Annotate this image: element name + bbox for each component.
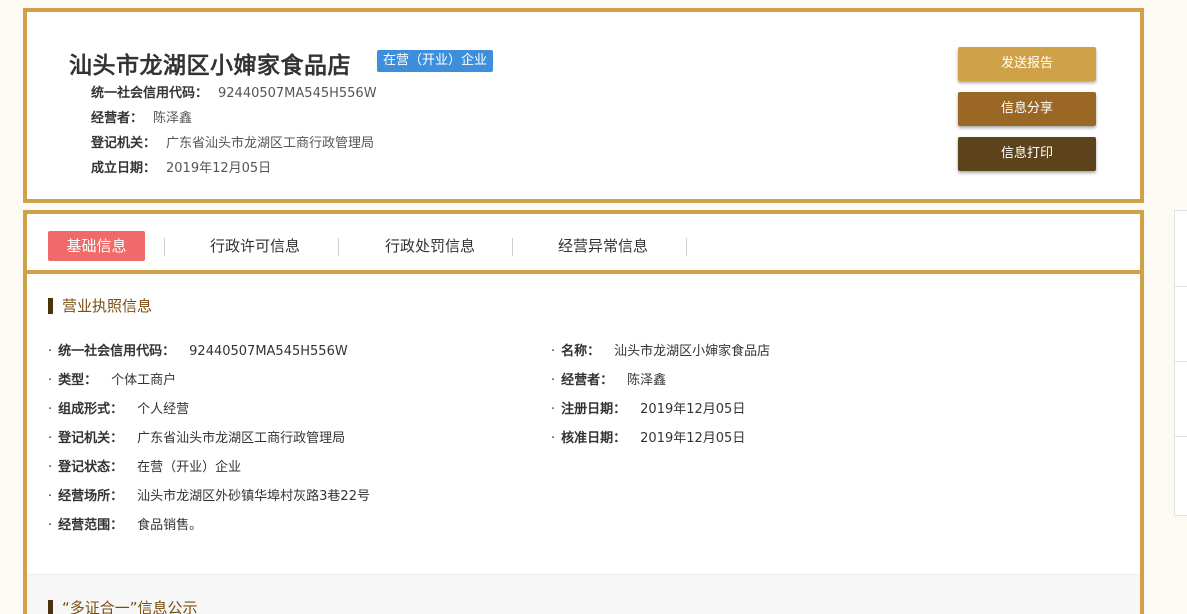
side-float-panel[interactable] xyxy=(1174,210,1187,516)
info-label: 登记机关： xyxy=(58,431,124,446)
info-row-operator: · 经营者： 陈泽鑫 xyxy=(551,369,666,388)
info-value: 个体工商户 xyxy=(111,373,177,388)
tab-admin-license[interactable]: 行政许可信息 xyxy=(195,231,315,261)
info-label: 统一社会信用代码： xyxy=(58,344,176,359)
bullet: · xyxy=(48,373,53,388)
info-value: 广东省汕头市龙湖区工商行政管理局 xyxy=(137,431,346,446)
info-value: 汕头市龙湖区小婶家食品店 xyxy=(614,344,771,359)
bullet: · xyxy=(551,344,556,359)
info-value: 2019年12月05日 xyxy=(640,431,746,446)
tab-admin-penalty[interactable]: 行政处罚信息 xyxy=(370,231,490,261)
info-label: 登记状态： xyxy=(58,460,124,475)
info-label: 类型： xyxy=(58,373,98,388)
info-value: 在营（开业）企业 xyxy=(137,460,242,475)
header-credit-code-row: 统一社会信用代码： 92440507MA545H556W xyxy=(91,82,377,101)
detail-card: 基础信息 行政许可信息 行政处罚信息 经营异常信息 营业执照信息 · 统一社会信用… xyxy=(23,210,1144,614)
header-authority-value: 广东省汕头市龙湖区工商行政管理局 xyxy=(166,136,375,151)
info-row-premises: · 经营场所： 汕头市龙湖区外砂镇华埠村灰路3巷22号 xyxy=(48,485,370,504)
header-established-row: 成立日期： 2019年12月05日 xyxy=(91,157,271,176)
header-authority-row: 登记机关： 广东省汕头市龙湖区工商行政管理局 xyxy=(91,132,374,151)
info-label: 经营者： xyxy=(561,373,614,388)
bullet: · xyxy=(48,402,53,417)
bullet: · xyxy=(48,518,53,533)
info-value: 食品销售。 xyxy=(137,518,203,533)
header-established-value: 2019年12月05日 xyxy=(166,161,272,176)
status-badge: 在营（开业）企业 xyxy=(377,50,494,72)
side-panel-divider xyxy=(1175,361,1187,362)
info-row-type: · 类型： 个体工商户 xyxy=(48,369,176,388)
info-row-name: · 名称： 汕头市龙湖区小婶家食品店 xyxy=(551,340,770,359)
info-value: 2019年12月05日 xyxy=(640,402,746,417)
side-panel-divider xyxy=(1175,436,1187,437)
info-row-credit-code: · 统一社会信用代码： 92440507MA545H556W xyxy=(48,340,348,359)
bullet: · xyxy=(551,431,556,446)
bullet: · xyxy=(48,489,53,504)
info-row-registered-date: · 注册日期： 2019年12月05日 xyxy=(551,398,745,417)
tab-separator xyxy=(686,238,687,256)
header-credit-code-label: 统一社会信用代码： xyxy=(91,86,209,101)
header-established-label: 成立日期： xyxy=(91,161,157,176)
section-title-license: 营业执照信息 xyxy=(48,298,152,314)
info-label: 经营场所： xyxy=(58,489,124,504)
header-operator-row: 经营者： 陈泽鑫 xyxy=(91,107,192,126)
info-value: 汕头市龙湖区外砂镇华埠村灰路3巷22号 xyxy=(137,489,370,504)
info-row-composition: · 组成形式： 个人经营 xyxy=(48,398,189,417)
section-title-multi-license: “多证合一”信息公示 xyxy=(48,600,198,614)
header-operator-value: 陈泽鑫 xyxy=(153,111,193,126)
bullet: · xyxy=(551,373,556,388)
company-name: 汕头市龙湖区小婶家食品店 xyxy=(69,53,351,79)
tab-separator xyxy=(338,238,339,256)
tab-separator xyxy=(164,238,165,256)
header-authority-label: 登记机关： xyxy=(91,136,157,151)
side-panel-divider xyxy=(1175,286,1187,287)
header-operator-label: 经营者： xyxy=(91,111,144,126)
header-credit-code-value: 92440507MA545H556W xyxy=(218,86,377,101)
tab-bar: 基础信息 行政许可信息 行政处罚信息 经营异常信息 xyxy=(27,214,1140,274)
bullet: · xyxy=(48,460,53,475)
info-label: 组成形式： xyxy=(58,402,124,417)
info-value: 陈泽鑫 xyxy=(627,373,667,388)
info-label: 名称： xyxy=(561,344,601,359)
info-row-authority: · 登记机关： 广东省汕头市龙湖区工商行政管理局 xyxy=(48,427,345,446)
bullet: · xyxy=(48,431,53,446)
tab-abnormal-operation[interactable]: 经营异常信息 xyxy=(543,231,663,261)
info-value: 92440507MA545H556W xyxy=(189,344,348,359)
send-report-button[interactable]: 发送报告 xyxy=(958,47,1096,81)
info-label: 核准日期： xyxy=(561,431,627,446)
info-label: 经营范围： xyxy=(58,518,124,533)
bullet: · xyxy=(551,402,556,417)
info-row-status: · 登记状态： 在营（开业）企业 xyxy=(48,456,241,475)
print-info-button[interactable]: 信息打印 xyxy=(958,137,1096,171)
bullet: · xyxy=(48,344,53,359)
info-row-approved-date: · 核准日期： 2019年12月05日 xyxy=(551,427,745,446)
share-info-button[interactable]: 信息分享 xyxy=(958,92,1096,126)
info-value: 个人经营 xyxy=(137,402,190,417)
company-header-card: 汕头市龙湖区小婶家食品店 在营（开业）企业 统一社会信用代码： 92440507M… xyxy=(23,8,1144,203)
tab-separator xyxy=(512,238,513,256)
info-row-scope: · 经营范围： 食品销售。 xyxy=(48,514,202,533)
info-label: 注册日期： xyxy=(561,402,627,417)
tab-basic-info[interactable]: 基础信息 xyxy=(48,231,145,261)
